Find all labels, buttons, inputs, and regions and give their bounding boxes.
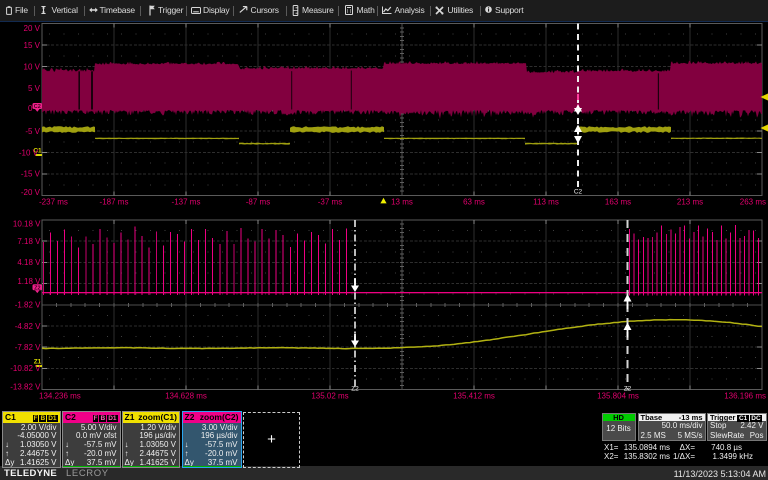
- svg-text:1.18 V: 1.18 V: [17, 277, 41, 286]
- svg-text:-87 ms: -87 ms: [246, 198, 270, 207]
- svg-text:C2: C2: [34, 104, 41, 110]
- svg-text:163 ms: 163 ms: [605, 198, 631, 207]
- svg-text:C2: C2: [574, 189, 583, 196]
- svg-text:13 ms: 13 ms: [391, 198, 413, 207]
- svg-text:-7.82 V: -7.82 V: [15, 343, 41, 352]
- svg-text:-1.82 V: -1.82 V: [15, 301, 41, 310]
- svg-text:134.628 ms: 134.628 ms: [165, 392, 207, 401]
- svg-text:15 V: 15 V: [24, 41, 41, 50]
- svg-text:135.412 ms: 135.412 ms: [453, 392, 495, 401]
- svg-text:135.02 ms: 135.02 ms: [311, 392, 348, 401]
- svg-text:7.18 V: 7.18 V: [17, 237, 41, 246]
- svg-text:Z2: Z2: [34, 285, 40, 291]
- svg-text:-13.82 V: -13.82 V: [10, 382, 41, 391]
- svg-text:63 ms: 63 ms: [463, 198, 485, 207]
- svg-text:-137 ms: -137 ms: [172, 198, 201, 207]
- svg-text:-10.82 V: -10.82 V: [10, 364, 41, 373]
- svg-text:-187 ms: -187 ms: [100, 198, 129, 207]
- svg-text:263 ms: 263 ms: [740, 198, 766, 207]
- svg-text:134.236 ms: 134.236 ms: [39, 392, 81, 401]
- svg-text:136.196 ms: 136.196 ms: [724, 392, 766, 401]
- svg-text:113 ms: 113 ms: [533, 198, 559, 207]
- svg-text:0: 0: [28, 104, 33, 113]
- svg-text:-15 V: -15 V: [21, 169, 41, 178]
- svg-text:5 V: 5 V: [28, 84, 41, 93]
- svg-text:-10 V: -10 V: [19, 148, 39, 157]
- svg-text:-237 ms: -237 ms: [39, 198, 68, 207]
- svg-text:135.804 ms: 135.804 ms: [597, 392, 639, 401]
- svg-text:-37 ms: -37 ms: [318, 198, 342, 207]
- svg-text:-20 V: -20 V: [21, 188, 41, 197]
- svg-text:10.18 V: 10.18 V: [13, 219, 41, 228]
- svg-text:20 V: 20 V: [24, 24, 41, 33]
- svg-text:4.18 V: 4.18 V: [17, 258, 41, 267]
- svg-text:213 ms: 213 ms: [677, 198, 703, 207]
- svg-text:10 V: 10 V: [24, 62, 41, 71]
- svg-text:-5 V: -5 V: [25, 127, 40, 136]
- svg-text:Z2: Z2: [351, 386, 359, 393]
- svg-text:-4.82 V: -4.82 V: [15, 322, 41, 331]
